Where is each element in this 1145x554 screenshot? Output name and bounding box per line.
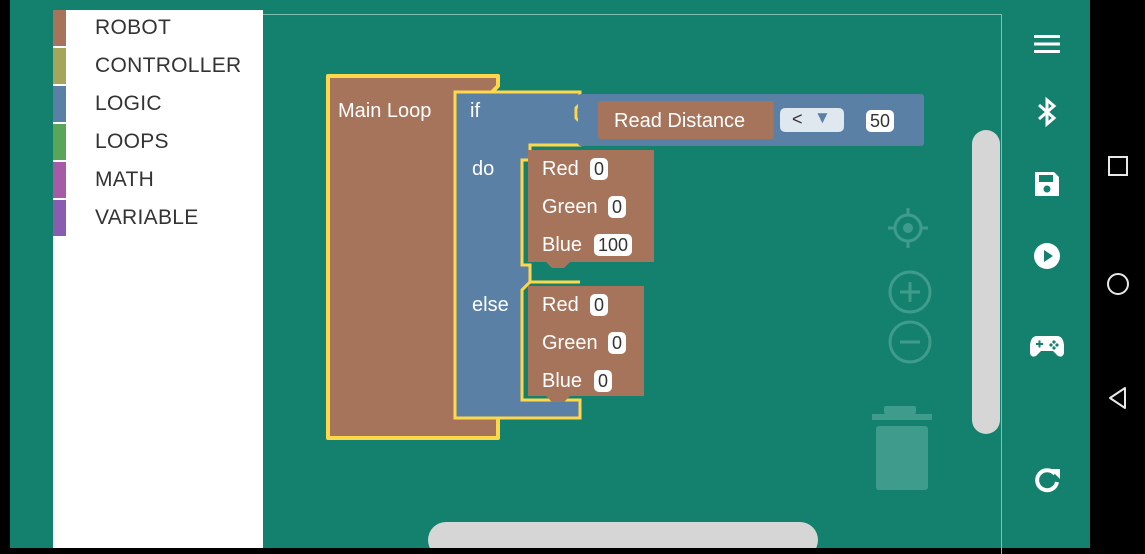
workspace-border [262, 14, 1002, 554]
play-icon [1033, 243, 1060, 269]
menu-button[interactable] [1003, 20, 1090, 68]
back-button[interactable] [1090, 378, 1145, 418]
bluetooth-icon [1037, 96, 1056, 128]
category-label: MATH [95, 168, 155, 191]
menu-icon [1033, 35, 1060, 53]
category-color-swatch [53, 162, 66, 198]
screen-edge [0, 0, 10, 548]
category-label: LOGIC [95, 92, 162, 115]
category-color-swatch [53, 48, 66, 84]
category-color-swatch [53, 10, 66, 46]
category-label: VARIABLE [95, 206, 199, 229]
category-math[interactable]: MATH [53, 162, 263, 198]
category-robot[interactable]: ROBOT [53, 10, 263, 46]
run-button[interactable] [1003, 232, 1090, 280]
save-icon [1034, 172, 1059, 196]
right-toolbar [1003, 14, 1090, 548]
refresh-icon [1034, 468, 1060, 493]
gamepad-icon [1029, 336, 1064, 357]
category-color-swatch [53, 86, 66, 122]
category-variable[interactable]: VARIABLE [53, 200, 263, 236]
toolbox: ROBOT CONTROLLER LOGIC LOOPS MATH VARIAB… [53, 10, 263, 548]
recents-button[interactable] [1090, 146, 1145, 186]
controller-button[interactable] [1003, 322, 1090, 370]
back-icon [1108, 387, 1126, 409]
save-button[interactable] [1003, 160, 1090, 208]
category-loops[interactable]: LOOPS [53, 124, 263, 160]
category-label: ROBOT [95, 16, 172, 39]
home-button[interactable] [1090, 264, 1145, 304]
bluetooth-button[interactable] [1003, 88, 1090, 136]
category-color-swatch [53, 200, 66, 236]
category-label: LOOPS [95, 130, 169, 153]
recents-icon [1107, 156, 1128, 176]
category-controller[interactable]: CONTROLLER [53, 48, 263, 84]
category-color-swatch [53, 124, 66, 160]
category-label: CONTROLLER [95, 54, 242, 77]
home-icon [1106, 273, 1129, 295]
refresh-button[interactable] [1003, 456, 1090, 504]
android-navigation-bar [1090, 0, 1145, 548]
category-logic[interactable]: LOGIC [53, 86, 263, 122]
